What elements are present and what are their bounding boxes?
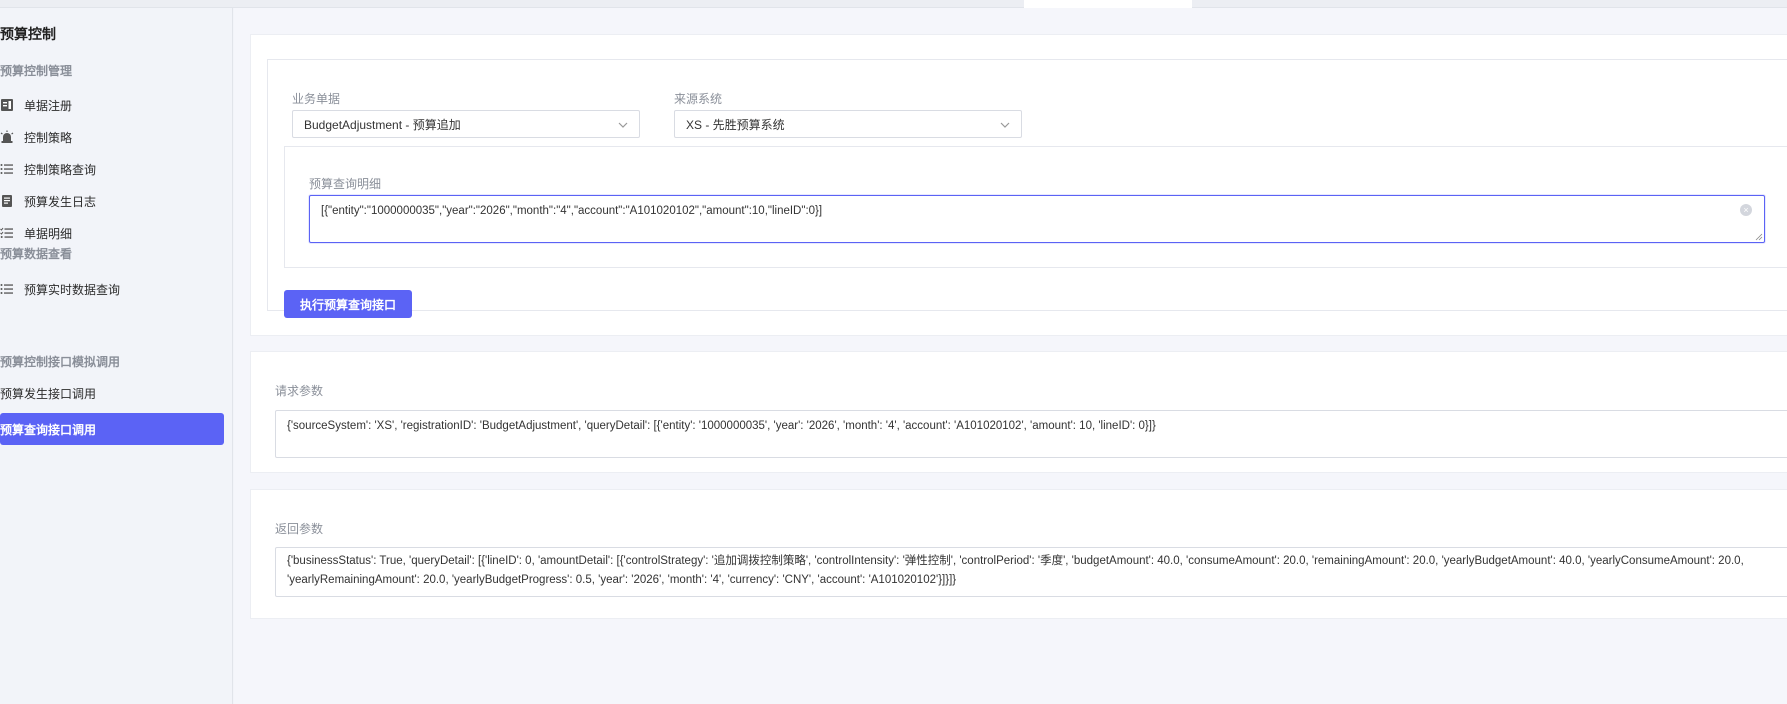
query-detail-label: 预算查询明细 bbox=[309, 177, 382, 191]
sidebar-item-label: 预算查询接口调用 bbox=[0, 422, 97, 437]
alarm-light-icon bbox=[0, 130, 14, 144]
business-doc-label: 业务单据 bbox=[292, 92, 341, 106]
source-system-value: XS - 先胜预算系统 bbox=[686, 117, 785, 132]
resize-handle-icon[interactable] bbox=[1755, 233, 1763, 241]
top-tab-bar bbox=[0, 0, 1787, 8]
source-system-select[interactable]: XS - 先胜预算系统 bbox=[674, 110, 1022, 138]
list-icon bbox=[0, 282, 14, 296]
section-title-interface-simulation: 预算控制接口模拟调用 bbox=[0, 355, 121, 369]
sidebar-title: 预算控制 bbox=[0, 26, 56, 42]
sidebar-item-label: 预算发生日志 bbox=[24, 194, 97, 209]
clear-icon[interactable]: × bbox=[1740, 204, 1752, 216]
response-params-value: {'businessStatus': True, 'queryDetail': … bbox=[287, 555, 1744, 586]
document-register-icon bbox=[0, 98, 14, 112]
sidebar-item-label: 预算实时数据查询 bbox=[24, 282, 121, 297]
sidebar: 预算控制 预算控制管理 单据注册 控制策略 控制策略查询 预算发生日志 单据明细… bbox=[0, 8, 233, 704]
sidebar-item-control-strategy[interactable]: 控制策略 bbox=[0, 121, 224, 153]
query-detail-value: [{"entity":"1000000035","year":"2026","m… bbox=[321, 205, 823, 217]
sidebar-item-occurrence-api[interactable]: 预算发生接口调用 bbox=[0, 377, 224, 409]
request-params-textarea[interactable]: {'sourceSystem': 'XS', 'registrationID':… bbox=[275, 410, 1787, 458]
sidebar-item-label: 预算发生接口调用 bbox=[0, 386, 97, 401]
chevron-down-icon bbox=[618, 122, 628, 128]
sidebar-item-label: 单据注册 bbox=[24, 98, 73, 113]
main-content: 业务单据 BudgetAdjustment - 预算追加 来源系统 XS - 先… bbox=[234, 8, 1787, 704]
sidebar-item-control-strategy-query[interactable]: 控制策略查询 bbox=[0, 153, 224, 185]
section-title-budget-data-view: 预算数据查看 bbox=[0, 247, 73, 261]
query-detail-panel: 预算查询明细 [{"entity":"1000000035","year":"2… bbox=[284, 146, 1787, 268]
sidebar-item-realtime-query[interactable]: 预算实时数据查询 bbox=[0, 273, 224, 305]
response-params-label: 返回参数 bbox=[275, 522, 324, 536]
source-system-label: 来源系统 bbox=[674, 92, 723, 106]
sidebar-item-document-register[interactable]: 单据注册 bbox=[0, 89, 224, 121]
section-title-budget-control-management: 预算控制管理 bbox=[0, 64, 73, 78]
business-doc-select[interactable]: BudgetAdjustment - 预算追加 bbox=[292, 110, 640, 138]
run-query-button[interactable]: 执行预算查询接口 bbox=[284, 290, 412, 318]
form-card: 业务单据 BudgetAdjustment - 预算追加 来源系统 XS - 先… bbox=[250, 34, 1787, 336]
active-tab[interactable] bbox=[1024, 0, 1192, 8]
sidebar-item-query-api[interactable]: 预算查询接口调用 bbox=[0, 413, 224, 445]
request-params-value: {'sourceSystem': 'XS', 'registrationID':… bbox=[287, 420, 1156, 432]
request-params-label: 请求参数 bbox=[275, 384, 324, 398]
sidebar-item-label: 单据明细 bbox=[24, 226, 73, 241]
chevron-down-icon bbox=[1000, 122, 1010, 128]
list-icon bbox=[0, 162, 14, 176]
sidebar-item-label: 控制策略 bbox=[24, 130, 73, 145]
response-params-textarea[interactable]: {'businessStatus': True, 'queryDetail': … bbox=[275, 547, 1787, 597]
log-book-icon bbox=[0, 194, 14, 208]
sidebar-item-label: 控制策略查询 bbox=[24, 162, 97, 177]
business-doc-value: BudgetAdjustment - 预算追加 bbox=[304, 117, 461, 132]
form-inner-card: 业务单据 BudgetAdjustment - 预算追加 来源系统 XS - 先… bbox=[267, 59, 1787, 318]
sidebar-item-budget-log[interactable]: 预算发生日志 bbox=[0, 185, 224, 217]
checklist-icon bbox=[0, 226, 14, 240]
query-detail-textarea[interactable]: [{"entity":"1000000035","year":"2026","m… bbox=[309, 195, 1765, 243]
request-card: 请求参数 {'sourceSystem': 'XS', 'registratio… bbox=[250, 351, 1787, 473]
response-card: 返回参数 {'businessStatus': True, 'queryDeta… bbox=[250, 489, 1787, 619]
